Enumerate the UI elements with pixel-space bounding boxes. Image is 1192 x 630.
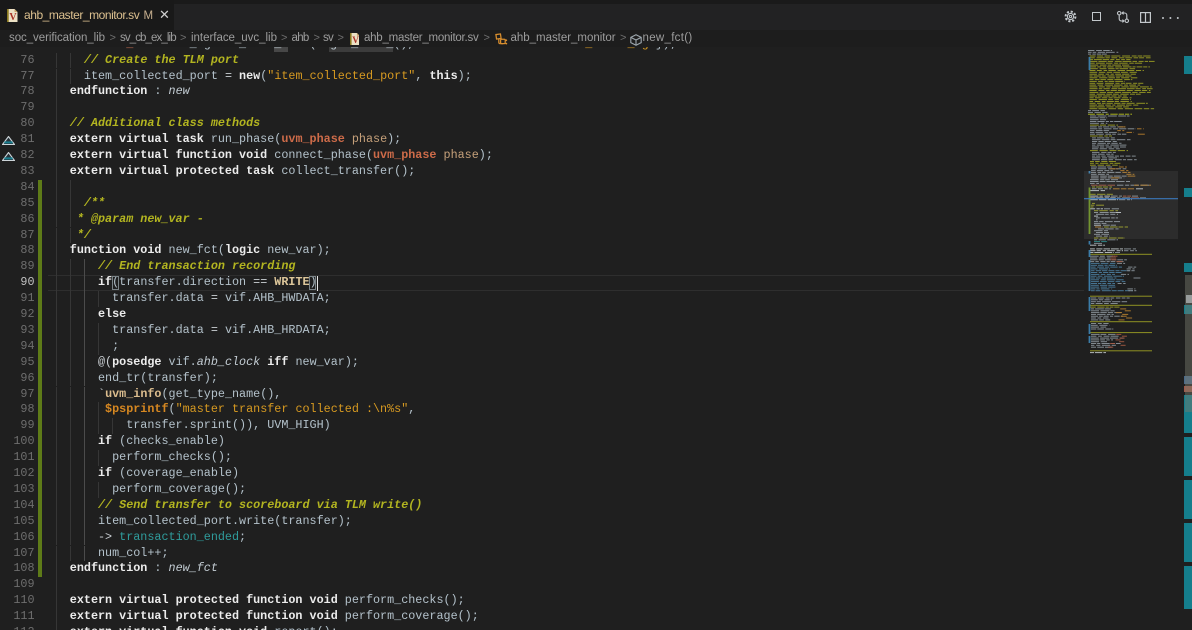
svg-text:V: V bbox=[352, 35, 359, 45]
svg-text:V: V bbox=[9, 12, 17, 22]
